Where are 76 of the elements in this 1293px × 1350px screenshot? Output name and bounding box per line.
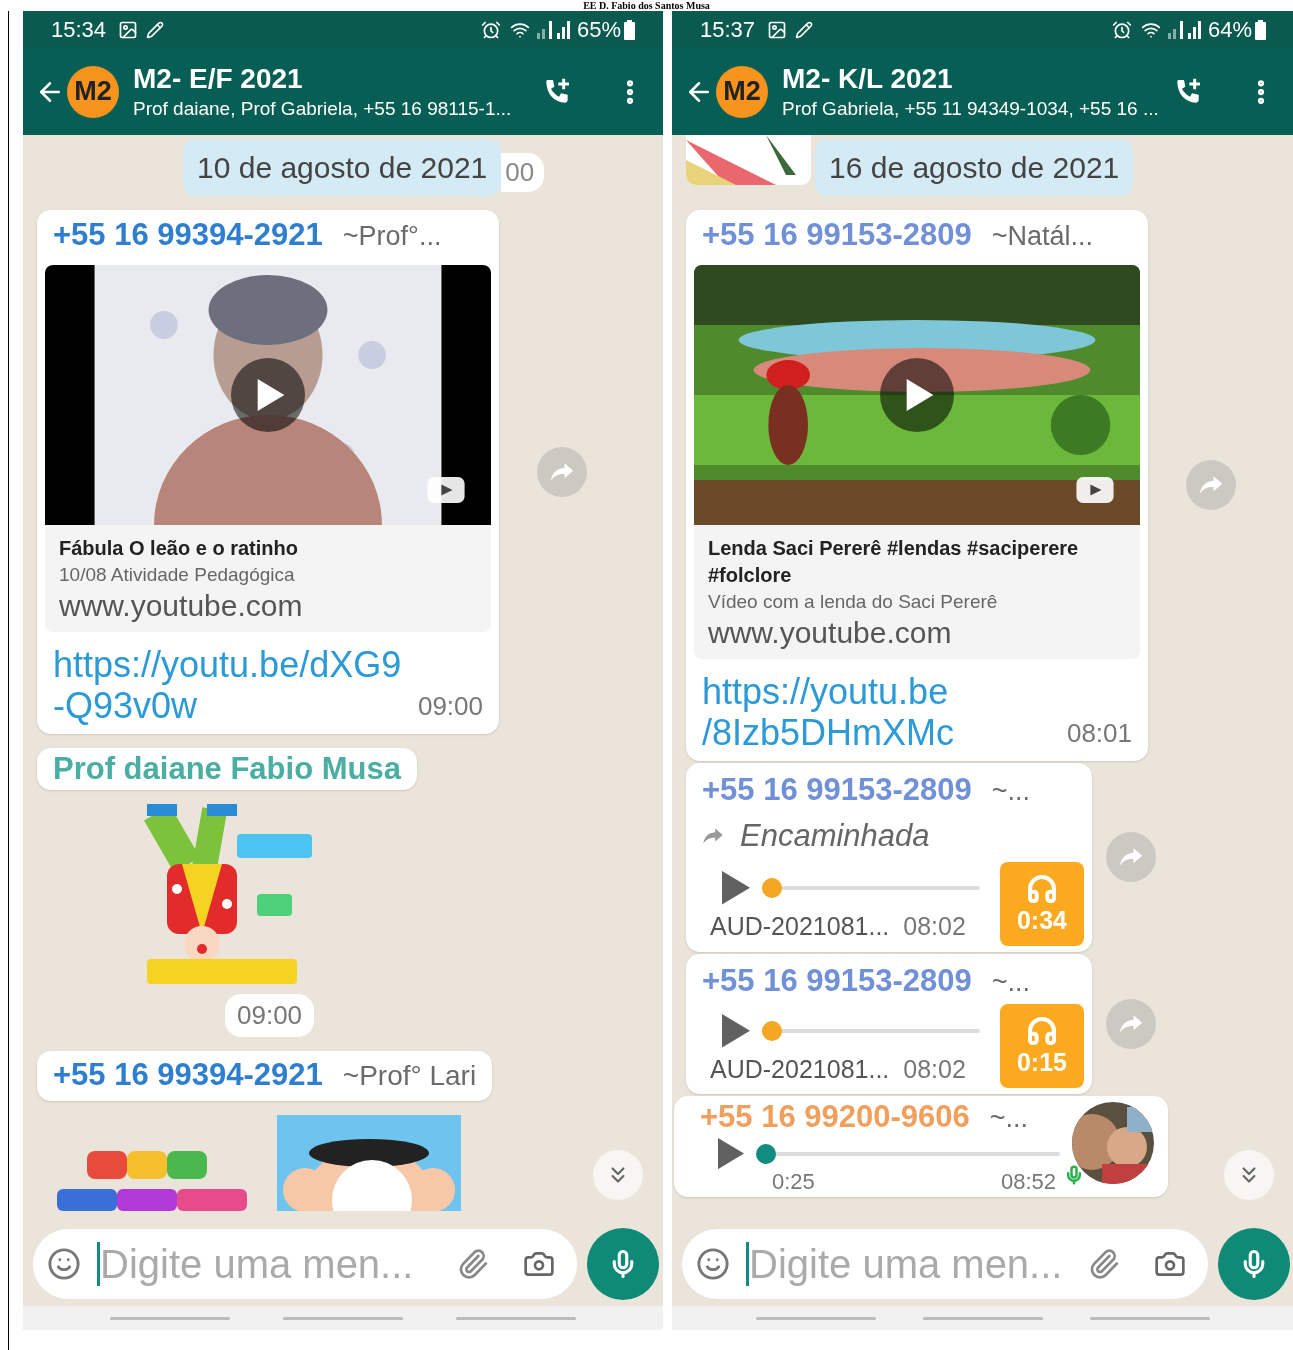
progress-thumb[interactable] [756,1143,776,1164]
play-icon[interactable] [722,1013,750,1048]
group-avatar[interactable]: M2 [67,65,119,118]
time-chip: 00 [501,153,545,192]
page-title: EE D. Fabio dos Santos Musa [583,0,710,11]
message-field[interactable]: Digite uma men... [33,1229,577,1299]
preview-domain: www.youtube.com [708,614,953,651]
message-time: 08:52 [1000,1168,1056,1195]
preview-domain: www.youtube.com [59,587,304,624]
chat-title: M2- K/L 2021 [782,61,954,96]
sender-alias: ~... [989,1102,1029,1135]
message-link[interactable]: https://youtu.be /8Izb5DHmXMc [702,670,955,753]
date-chip: 10 de agosto de 2021 [183,139,502,196]
signal-icon [1167,20,1202,39]
scroll-down-button[interactable] [1224,1150,1274,1200]
play-icon[interactable] [718,1137,744,1170]
battery-icon [624,19,635,40]
message-field[interactable]: Digite uma men... [682,1229,1208,1299]
time-chip: 09:00 [225,993,315,1037]
alarm-icon [480,19,501,40]
sender-name[interactable]: Prof daiane Fabio Musa [53,751,401,786]
sender-name[interactable]: +55 16 99153-2809 [702,218,972,252]
play-icon[interactable] [257,378,285,411]
forwarded-label: Encaminhada [740,817,930,855]
preview-description: 10/08 Atividade Pedagógica [59,562,296,587]
group-avatar[interactable]: M2 [716,65,768,118]
image-icon [767,19,788,40]
signal-icon [536,20,571,39]
sender-alias: ~... [991,774,1031,808]
preview-description: Vídeo com a lenda do Saci Pererê [708,589,999,614]
alarm-icon [1111,19,1132,40]
sender-alias: ~Prof°... [342,220,442,253]
emoji-icon[interactable] [696,1247,730,1281]
audio-duration: 0:34 [1016,904,1067,935]
sender-name[interactable]: +55 16 99153-2809 [702,963,972,998]
audio-file-name: AUD-2021081... [710,911,890,942]
headphones-icon [1026,872,1058,905]
battery-level: 64% [1207,16,1252,44]
scroll-down-button[interactable] [593,1150,643,1200]
play-icon[interactable] [722,871,750,905]
emoji-icon[interactable] [47,1247,81,1281]
attach-icon[interactable] [1088,1248,1120,1280]
sender-alias: ~Prof° Lari [342,1058,477,1093]
message-time: 08:02 [903,911,966,942]
sender-name[interactable]: +55 16 99200-9606 [700,1100,970,1134]
sender-name[interactable]: +55 16 99394-2921 [53,1057,323,1092]
preview-title: Fábula O leão e o ratinho [59,535,299,561]
sender-alias: ~Natál... [991,220,1094,253]
pencil-icon [795,20,814,39]
status-time: 15:34 [51,16,107,44]
battery-level: 65% [576,16,621,44]
chat-members: Prof daiane, Prof Gabriela, +55 16 98115-1... [133,96,513,121]
mic-icon [1064,1164,1084,1186]
pencil-icon [146,20,165,39]
image-icon [118,19,139,40]
chat-title: M2- E/F 2021 [133,61,304,96]
play-icon[interactable] [906,378,934,411]
audio-duration: 0:15 [1016,1047,1067,1077]
message-time: 08:02 [903,1053,966,1085]
voice-duration: 0:25 [772,1168,815,1195]
progress-thumb[interactable] [762,1020,782,1041]
message-time: 09:00 [417,689,483,723]
date-chip: 16 de agosto de 2021 [815,139,1134,196]
sender-name[interactable]: +55 16 99153-2809 [702,772,972,807]
message-link[interactable]: https://youtu.be/dXG9 -Q93v0w [53,643,402,726]
message-time: 08:01 [1066,716,1132,750]
audio-file-name: AUD-2021081... [710,1053,890,1085]
sender-name[interactable]: +55 16 99394-2921 [53,218,323,252]
battery-icon [1255,19,1266,40]
attach-icon[interactable] [457,1248,489,1280]
chat-members: Prof Gabriela, +55 11 94349-1034, +55 16 ... [782,96,1160,121]
progress-thumb[interactable] [762,878,782,898]
sender-alias: ~... [991,965,1031,999]
preview-title: Lenda Saci Pererê #lendas #saciperere #folclore [708,535,1080,588]
headphones-icon [1026,1015,1058,1047]
status-time: 15:37 [700,16,756,44]
